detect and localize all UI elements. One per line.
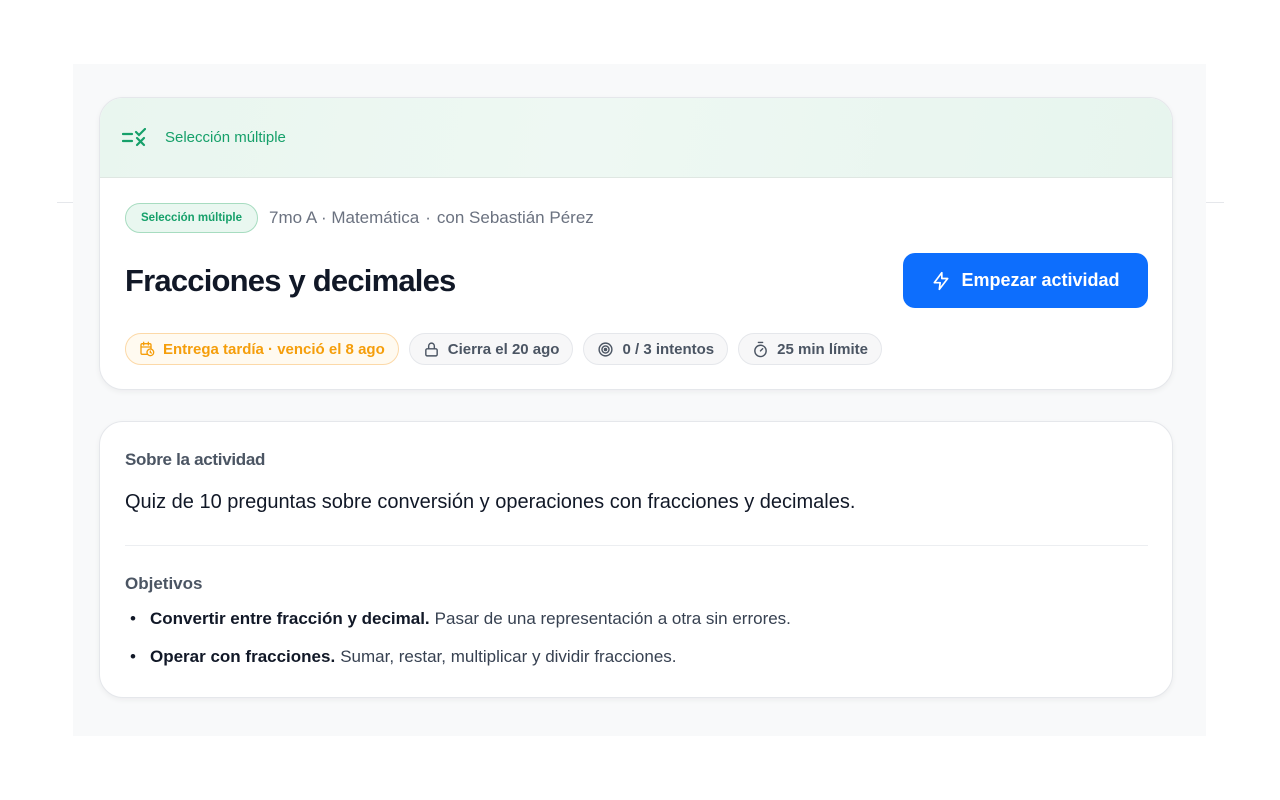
objective-text: Sumar, restar, multiplicar y dividir fra…	[340, 647, 677, 666]
section-divider	[125, 545, 1148, 546]
closes-chip: Cierra el 20 ago	[408, 333, 574, 365]
objectives-heading: Objetivos	[125, 574, 203, 593]
timer-icon	[754, 341, 768, 357]
start-activity-button[interactable]: Empezar actividad	[903, 253, 1148, 308]
activity-title: Fracciones y decimales	[125, 263, 456, 298]
closes-label: Cierra el 20 ago	[447, 340, 560, 358]
activity-type-badge: Selección múltiple	[125, 203, 258, 233]
banner-label: Selección múltiple	[165, 129, 286, 146]
calendar-clock-icon	[140, 341, 155, 357]
lock-icon	[424, 341, 438, 357]
objectives-list: • Convertir entre fracción y decimal. Pa…	[125, 609, 791, 685]
bullet: •	[130, 647, 136, 666]
time-limit-label: 25 min límite	[777, 340, 869, 358]
meta-separator: ·	[425, 208, 431, 227]
attempts-label: 0 / 3 intentos	[622, 340, 715, 358]
objective-text: Pasar de una representación a otra sin e…	[434, 609, 791, 628]
bullet: •	[130, 609, 136, 628]
about-heading: Sobre la actividad	[125, 450, 266, 469]
activity-panel: Selección múltiple Selección múltiple 7m…	[73, 64, 1206, 736]
objective-item: • Convertir entre fracción y decimal. Pa…	[125, 609, 791, 647]
course-label: 7mo A · Matemática	[268, 208, 420, 227]
late-submission-label: Entrega tardía · venció el 8 ago	[163, 340, 385, 358]
activity-type-banner: Selección múltiple	[100, 98, 1172, 178]
lightning-icon	[933, 271, 949, 290]
activity-header-card: Selección múltiple Selección múltiple 7m…	[99, 97, 1173, 390]
activity-meta: Selección múltiple 7mo A · Matemática · co…	[125, 203, 594, 233]
activity-status-chips: Entrega tardía · venció el 8 ago Cierra …	[125, 333, 883, 365]
objective-title: Operar con fracciones.	[150, 647, 336, 666]
attempts-chip: 0 / 3 intentos	[583, 333, 729, 365]
about-activity-card: Sobre la actividad Quiz de 10 preguntas …	[99, 421, 1173, 698]
divider-right	[1204, 202, 1224, 203]
teacher-label: con Sebastián Pérez	[436, 208, 594, 227]
target-icon	[598, 341, 614, 357]
time-limit-chip: 25 min límite	[738, 333, 883, 365]
start-activity-label: Empezar actividad	[961, 270, 1120, 290]
about-description: Quiz de 10 preguntas sobre conversión y …	[125, 491, 856, 513]
multiple-choice-icon	[122, 127, 146, 148]
objective-title: Convertir entre fracción y decimal.	[150, 609, 430, 628]
course-info: 7mo A · Matemática · con Sebastián Pérez	[269, 208, 594, 228]
objective-item: • Operar con fracciones. Sumar, restar, …	[125, 647, 791, 685]
late-submission-chip: Entrega tardía · venció el 8 ago	[125, 333, 399, 365]
